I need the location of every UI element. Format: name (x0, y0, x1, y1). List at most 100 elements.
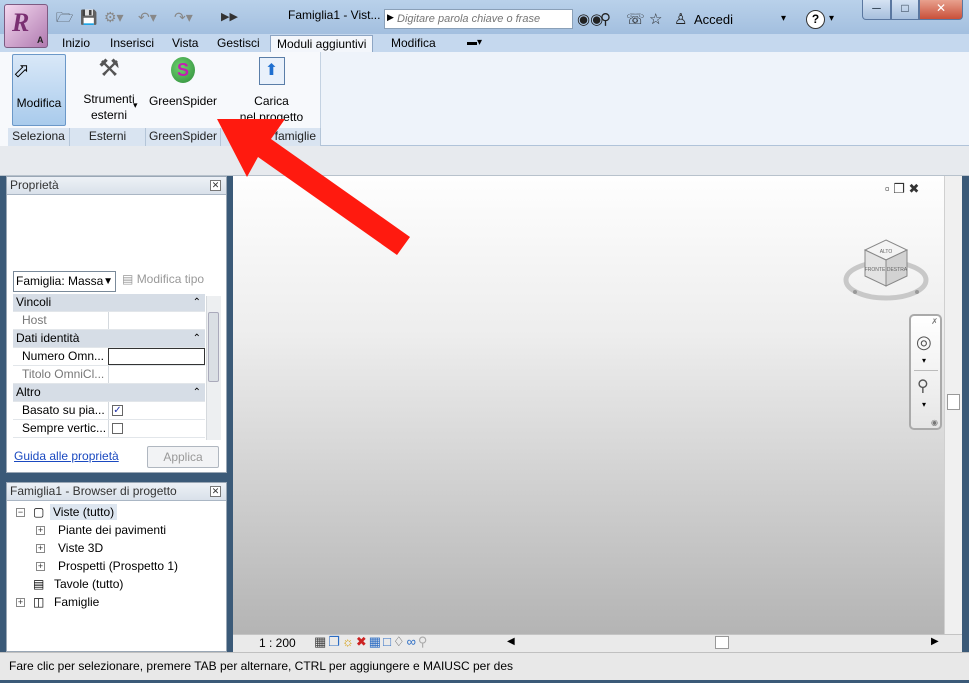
strumenti-label-1: Strumenti (83, 92, 135, 106)
viewcube[interactable]: ALTO FRONTE DESTRA (843, 234, 929, 306)
redo-icon[interactable]: ↷▾ (174, 8, 193, 26)
sun-path-icon[interactable]: ☼ (342, 634, 356, 649)
minimize-button[interactable]: ─ (862, 0, 891, 20)
zoom-icon[interactable]: ⚲ (917, 376, 929, 396)
family-type-value: Famiglia: Massa (16, 274, 104, 288)
apply-button[interactable]: Applica (147, 446, 219, 468)
drawing-vertical-scrollbar[interactable] (944, 176, 962, 634)
collapse-icon: ⌃ (192, 387, 201, 398)
expand-toggle-icon[interactable]: + (36, 562, 45, 571)
expand-toggle-icon[interactable]: + (16, 598, 25, 607)
modifica-tipo-label: Modifica tipo (136, 272, 205, 286)
browser-title: Famiglia1 - Browser di progetto (7, 483, 226, 501)
viewcube-home-dot (853, 290, 857, 294)
star-icon[interactable]: ☆ (649, 10, 662, 28)
key-icon[interactable]: ⚲ (600, 10, 611, 28)
cursor-icon: ⬀ (13, 60, 30, 82)
basato-checkbox[interactable]: ✓ (112, 405, 123, 416)
help-dropdown-icon[interactable]: ▾ (829, 13, 834, 24)
reveal-hidden-icon[interactable]: ∞ (407, 634, 418, 649)
visual-style-icon[interactable]: ❐ (328, 634, 342, 649)
ribbon-tab-bar: Inizio Inserisci Vista Gestisci Moduli a… (0, 34, 969, 52)
crop-region-icon[interactable]: □ (383, 634, 393, 649)
family-type-select[interactable]: Famiglia: Massa ▼ (13, 271, 116, 292)
category-altro[interactable]: Altro ⌃ (13, 384, 205, 402)
undo-icon[interactable]: ↶▾ (138, 8, 157, 26)
param-input-numero[interactable] (108, 348, 205, 365)
app-logo-letter: R (12, 8, 30, 37)
properties-scrollbar[interactable] (206, 296, 221, 440)
open-icon[interactable]: 🗁 (56, 8, 73, 26)
sempre-checkbox[interactable] (112, 423, 123, 434)
tree-item-viste[interactable]: Viste (tutto) (50, 504, 118, 520)
collapse-toggle-icon[interactable]: − (16, 508, 25, 517)
help-button[interactable]: ? (806, 10, 825, 29)
viewcube-label-front: FRONTE (865, 267, 886, 273)
tree-item-famiglie[interactable]: Famiglie (54, 594, 99, 610)
expand-toggle-icon[interactable]: + (36, 526, 45, 535)
strumenti-esterni-button[interactable]: ⚒ Strumenti esterni (78, 55, 140, 127)
tree-item-tavole[interactable]: Tavole (tutto) (54, 576, 123, 592)
tree-item-viste3d[interactable]: Viste 3D (58, 540, 103, 556)
status-text: Fare clic per selezionare, premere TAB p… (9, 659, 514, 673)
shadows-icon[interactable]: ✖ (356, 634, 369, 649)
tab-moduli-aggiuntivi[interactable]: Moduli aggiuntivi (270, 35, 374, 52)
signin-dropdown-icon[interactable]: ▾ (781, 13, 786, 24)
tab-vista[interactable]: Vista (172, 35, 198, 52)
user-icon[interactable]: ♙ (674, 10, 687, 28)
satellite-icon[interactable]: ☏ (626, 10, 645, 28)
tab-inizio[interactable]: Inizio (62, 35, 90, 52)
analysis-icon[interactable]: ⚲ (418, 634, 430, 649)
param-value-titolo (108, 366, 205, 383)
navbar-options-icon[interactable]: ◉ (931, 418, 938, 427)
close-button[interactable]: ✕ (919, 0, 963, 20)
scrollbar-thumb[interactable] (947, 394, 960, 410)
steeringwheel-dropdown-icon[interactable]: ▾ (922, 356, 926, 365)
sync-icon[interactable]: ⚙▾ (104, 8, 124, 26)
view-close-icon[interactable]: ✖ (909, 181, 920, 196)
browser-close-icon[interactable]: ✕ (210, 486, 221, 497)
application-menu-button[interactable]: R A (4, 4, 48, 48)
param-row-numero: Numero Omn... (13, 348, 205, 366)
crop-icon[interactable]: ▦ (369, 634, 383, 649)
tab-inserisci[interactable]: Inserisci (110, 35, 154, 52)
navigation-bar: ✗ ◎ ▾ ⚲ ▾ ◉ (909, 314, 942, 430)
tree-item-prospetti[interactable]: Prospetti (Prospetto 1) (58, 558, 178, 574)
panel-seleziona: Seleziona (8, 128, 70, 146)
detail-level-icon[interactable]: ▦ (314, 634, 328, 649)
tab-modifica[interactable]: Modifica (391, 35, 436, 52)
scrollbar-thumb[interactable] (208, 312, 219, 382)
tree-item-piante[interactable]: Piante dei pavimenti (58, 522, 166, 538)
param-value-basato: ✓ (108, 402, 205, 419)
strumenti-label-2: esterni (90, 108, 128, 122)
navbar-close-icon[interactable]: ✗ (931, 317, 938, 326)
collapse-icon: ⌃ (192, 297, 201, 308)
modifica-tipo-button[interactable]: ▤ Modifica tipo (122, 272, 204, 286)
temporary-hide-icon[interactable]: ♢ (393, 634, 407, 649)
category-vincoli[interactable]: Vincoli ⌃ (13, 294, 205, 312)
save-icon[interactable]: 💾 (80, 8, 97, 26)
modifica-button[interactable]: ⬀ Modifica (12, 54, 66, 126)
category-dati-identita[interactable]: Dati identità ⌃ (13, 330, 205, 348)
expand-toggle-icon[interactable]: + (36, 544, 45, 553)
search-input[interactable] (397, 11, 567, 27)
search-expand-icon[interactable]: ▶ (387, 12, 394, 23)
tab-gestisci[interactable]: Gestisci (217, 35, 260, 52)
help-link[interactable]: Guida alle proprietà (14, 449, 119, 463)
steeringwheel-icon[interactable]: ◎ (916, 332, 932, 353)
maximize-button[interactable]: □ (891, 0, 919, 20)
signin-button[interactable]: Accedi (694, 12, 733, 27)
param-value-host (108, 312, 205, 329)
search-box[interactable]: ▶ (384, 9, 573, 29)
view-scale[interactable]: 1 : 200 (259, 636, 296, 650)
ribbon-minimize-icon[interactable]: ▬▾ (467, 35, 482, 52)
view-minimize-icon[interactable]: ▫ (885, 181, 890, 196)
scroll-right-icon[interactable]: ▶ (931, 636, 939, 647)
horizontal-scrollbar-thumb[interactable] (715, 636, 729, 649)
view-control-icons[interactable]: ▦❐☼✖▦□♢∞⚲ (314, 634, 429, 650)
zoom-dropdown-icon[interactable]: ▾ (922, 400, 926, 409)
scroll-left-icon[interactable]: ◀ (507, 636, 515, 647)
view-restore-icon[interactable]: ❐ (893, 181, 905, 196)
quick-access-more-icon[interactable]: ▶▶ (221, 8, 238, 26)
strumenti-dropdown-icon[interactable]: ▾ (133, 100, 138, 111)
